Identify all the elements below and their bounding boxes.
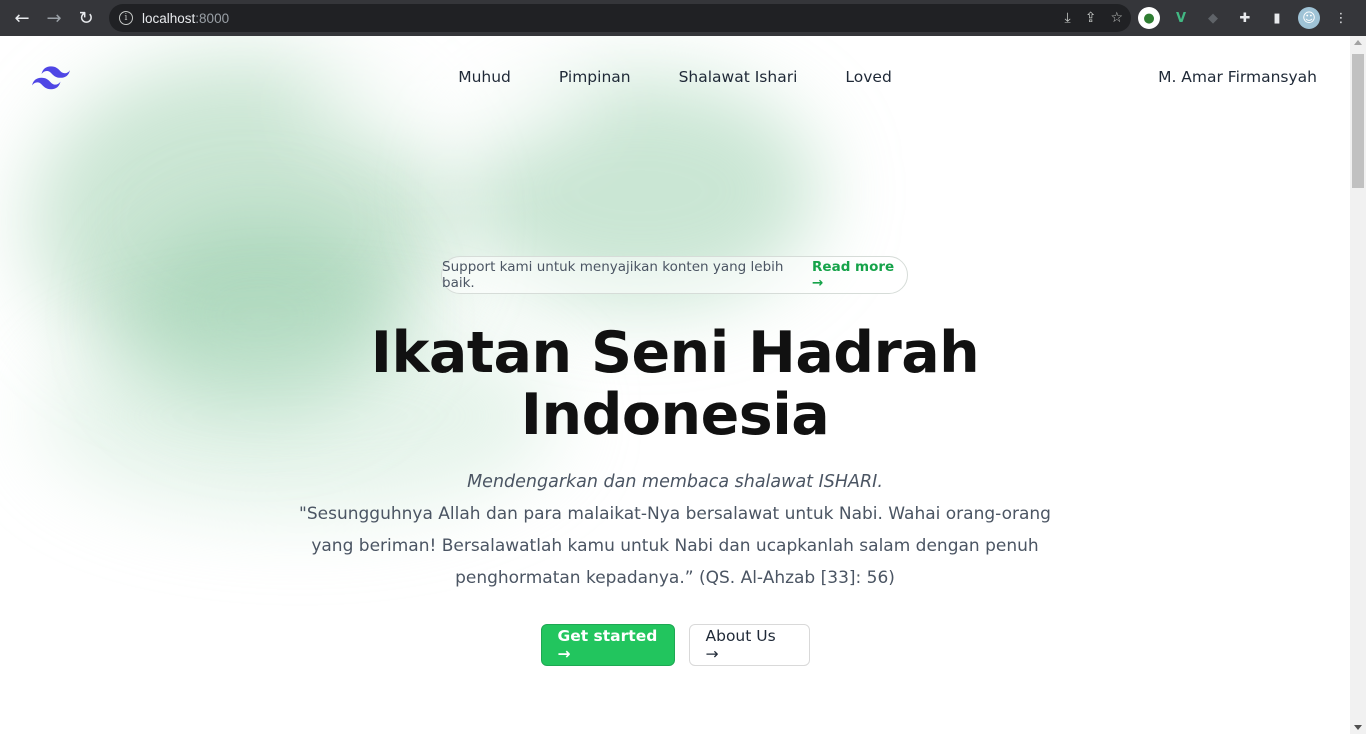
page-viewport: Muhud Pimpinan Shalawat Ishari Loved M. … [0,36,1350,734]
url-host: localhost [142,10,196,26]
get-started-button[interactable]: Get started → [540,624,675,666]
user-name-link[interactable]: M. Amar Firmansyah [1158,68,1317,86]
nav-link-muhud[interactable]: Muhud [458,68,511,86]
side-panel-icon[interactable]: ▮ [1266,7,1288,29]
hero-quote: "Sesungguhnya Allah dan para malaikat-Ny… [299,504,1051,588]
hero-actions: Get started → About Us → [0,624,1350,666]
extensions-puzzle-icon[interactable]: ✚ [1234,7,1256,29]
extension-globe-icon[interactable]: ● [1138,7,1160,29]
menu-kebab-icon[interactable]: ⋮ [1330,7,1352,29]
site-header: Muhud Pimpinan Shalawat Ishari Loved M. … [0,36,1350,122]
scrollbar-thumb[interactable] [1352,54,1364,188]
scroll-down-icon[interactable] [1354,725,1362,730]
hero-title-line1: Ikatan Seni Hadrah [370,320,980,386]
url-text: localhost:8000 [142,11,229,26]
install-icon[interactable]: ⤓ [1065,10,1071,26]
share-icon[interactable]: ⇪ [1085,10,1097,26]
forward-icon[interactable]: → [38,0,70,36]
extension-vue-icon[interactable]: V [1170,7,1192,29]
reload-icon[interactable]: ↻ [70,0,102,36]
browser-toolbar: ← → ↻ i localhost:8000 ⤓ ⇪ ☆ ● V ◆ ✚ ▮ ☺… [0,0,1366,36]
read-more-link[interactable]: Read more → [812,259,907,291]
back-icon[interactable]: ← [6,0,38,36]
url-port: :8000 [195,10,230,26]
nav-link-loved[interactable]: Loved [845,68,891,86]
about-us-button[interactable]: About Us → [688,624,810,666]
profile-avatar[interactable]: ☺ [1298,7,1320,29]
page-scrollbar[interactable] [1350,36,1366,734]
extension-gray-icon[interactable]: ◆ [1202,7,1224,29]
announcement-pill: Support kami untuk menyajikan konten yan… [441,256,908,294]
announcement-text: Support kami untuk menyajikan konten yan… [442,259,784,291]
bookmark-star-icon[interactable]: ☆ [1110,10,1123,26]
hero-title-line2: Indonesia [520,382,830,448]
hero-title: Ikatan Seni Hadrah Indonesia [0,322,1350,446]
hero-subtitle: Mendengarkan dan membaca shalawat ISHARI… [467,472,883,492]
address-bar[interactable]: i localhost:8000 ⤓ ⇪ ☆ [109,4,1131,32]
site-info-icon[interactable]: i [119,11,133,25]
nav-link-pimpinan[interactable]: Pimpinan [559,68,631,86]
nav-link-shalawat-ishari[interactable]: Shalawat Ishari [679,68,798,86]
main-nav: Muhud Pimpinan Shalawat Ishari Loved [0,68,1350,86]
scroll-up-icon[interactable] [1354,40,1362,45]
